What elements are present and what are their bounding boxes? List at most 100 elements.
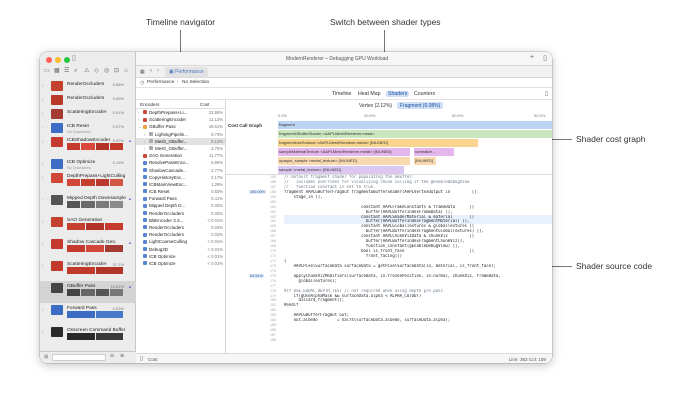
draw-thumbnails[interactable] (67, 311, 123, 318)
draw-thumbnails[interactable] (67, 179, 123, 186)
graph-bar-fragment[interactable]: fragment (278, 121, 552, 129)
encoder-row[interactable]: RenderOccluders 0.03% (136, 224, 225, 231)
draw-thumbnail[interactable] (81, 289, 95, 296)
draw-thumbnail[interactable] (109, 289, 123, 296)
warning-icon[interactable]: ▲ (128, 196, 132, 201)
warning-icon[interactable]: ▲ (128, 138, 132, 143)
draw-thumbnail[interactable] (109, 143, 123, 150)
disclosure-icon[interactable]: › (42, 241, 43, 246)
graph-bar-gbuffer[interactable]: fragmentGBufferShader <AAPLMeshRenderer.… (278, 130, 552, 138)
tab-performance[interactable]: ▣ Performance (165, 67, 208, 77)
zoom-window-button[interactable] (64, 57, 70, 63)
target-icon[interactable]: ◎ (104, 68, 109, 74)
close-window-button[interactable] (46, 57, 52, 63)
sidebar-item[interactable]: › Shadow Cascade Gen. ▲ (40, 237, 136, 259)
encoder-row[interactable]: ICB Optimize < 0.01% (136, 253, 225, 260)
disclosure-icon[interactable]: › (42, 139, 43, 144)
grid-view-icon[interactable]: ▦ (140, 69, 145, 75)
add-tab-icon[interactable]: + (530, 54, 534, 61)
encoder-row[interactable]: BlitEncoder 3.3... < 0.01% (136, 217, 225, 224)
encoder-row[interactable]: LightCoarseCulling < 0.01% (136, 238, 225, 245)
tab-fragment-shader[interactable]: Fragment (6.08%) (397, 102, 444, 109)
sidebar-item[interactable]: › RenderOccluders 0.89% (40, 93, 136, 107)
draw-thumbnail[interactable] (109, 179, 123, 186)
grid-icon[interactable]: ▦ (54, 68, 60, 74)
forward-icon[interactable]: › (157, 68, 159, 74)
code-line[interactable]: out.albedo = half4(surfaceData.albedo, s… (284, 318, 552, 323)
filter-field[interactable] (52, 354, 106, 361)
encoder-row[interactable]: › ScatteringEncoder 11.13% (136, 116, 225, 123)
tab-heat-map[interactable]: Heat Map (358, 91, 381, 97)
disclosure-icon[interactable]: › (42, 263, 43, 268)
disclosure-icon[interactable]: › (42, 175, 43, 180)
draw-thumbnail[interactable] (95, 311, 123, 318)
sidebar-item[interactable]: › ICB Reset 0.07% No Drawables (40, 121, 136, 135)
warning-icon[interactable]: ▲ (128, 284, 132, 289)
draw-thumbnail[interactable] (67, 311, 95, 318)
tab-shaders[interactable]: Shaders (386, 90, 410, 97)
encoder-row[interactable]: ICB Reset 0.83% (136, 188, 225, 195)
draw-thumbnail[interactable] (105, 245, 123, 252)
sidebar-right-icon[interactable]: ▯ (545, 90, 548, 97)
disclosure-icon[interactable]: › (144, 139, 145, 144)
disclosure-icon[interactable]: › (42, 329, 43, 334)
draw-thumbnail[interactable] (95, 201, 109, 208)
encoder-row[interactable]: ICB Optimize < 0.01% (136, 260, 225, 267)
draw-thumbnail[interactable] (109, 201, 123, 208)
disclosure-icon[interactable]: › (144, 146, 145, 151)
sidebar-item[interactable]: › ICBShadowEncoder 5.47% ▲ (40, 135, 136, 157)
draw-thumbnail[interactable] (95, 289, 109, 296)
encoder-row[interactable]: Forward Pass 0.41% (136, 195, 225, 202)
breadcrumb-leaf[interactable]: No Selection (182, 80, 209, 85)
encoder-row[interactable]: › Mesh_GBuffer... 2.75% (136, 145, 225, 152)
graph-bar-sample-material[interactable]: sampleMaterialTexture <AAPLMeshRenderer.… (278, 148, 410, 156)
encoder-row[interactable]: ICBMainViewEnc... 1.29% (136, 181, 225, 188)
minimize-window-button[interactable] (55, 57, 61, 63)
search-icon[interactable]: ⌕ (74, 68, 77, 74)
disclosure-icon[interactable]: › (42, 307, 43, 312)
filter-icon[interactable]: ⊞ (44, 354, 48, 360)
encoder-row[interactable]: › LightingPipelin... 9.73% (136, 131, 225, 138)
graph-bar-opaque-sample[interactable]: opaque_sample <metal_texture> [INLINED] (278, 157, 410, 165)
encoder-row[interactable]: Debug3D < 0.01% (136, 246, 225, 253)
graph-bar-surface[interactable]: fragmentUseSurface <AAPLMeshRenderer.met… (278, 139, 478, 147)
draw-thumbnail[interactable] (86, 223, 104, 230)
sidebar-toggle-icon[interactable]: ▯ (72, 54, 76, 62)
draw-thumbnail[interactable] (67, 333, 95, 340)
sidebar-item[interactable]: › GBuffer Pass 18.61% ▲ (40, 281, 136, 303)
draw-thumbnail[interactable] (67, 143, 81, 150)
code-lines[interactable]: // Default fragment shader for populatin… (284, 175, 552, 323)
draw-thumbnail[interactable] (81, 179, 95, 186)
diamond-icon[interactable]: ◇ (94, 68, 99, 74)
encoder-row[interactable]: › DepthPrepass+Li... 22.86% (136, 109, 225, 116)
breadcrumb-root[interactable]: Performance (147, 80, 174, 85)
disclosure-icon[interactable]: › (42, 219, 43, 224)
encoder-row[interactable]: CopyHistoryEnc... 2.17% (136, 174, 225, 181)
graph-bar-normalize[interactable]: normalize... (414, 148, 454, 156)
draw-thumbnail[interactable] (67, 267, 95, 274)
tag-icon[interactable]: ⌂ (124, 68, 128, 74)
disclosure-icon[interactable]: › (42, 111, 43, 116)
disclosure-icon[interactable]: › (144, 132, 145, 137)
draw-thumbnails[interactable] (67, 267, 123, 274)
sidebar-item[interactable]: › ScatteringEncoder 0.91% (40, 107, 136, 121)
draw-thumbnails[interactable] (67, 333, 123, 340)
list-icon[interactable]: ☰ (64, 68, 69, 74)
draw-thumbnail[interactable] (67, 289, 81, 296)
draw-thumbnails[interactable] (67, 223, 123, 230)
status-left[interactable]: Cost (148, 357, 157, 362)
encoder-row[interactable]: › Mesh_GBuffer... 6.13% (136, 137, 225, 145)
encoder-row[interactable]: ⌄ GBuffer Pass 18.61% (136, 123, 225, 130)
disclosure-icon[interactable]: › (42, 285, 43, 290)
sidebar-item[interactable]: › DepthPrepass+LightCulling (40, 171, 136, 193)
sidebar-item[interactable]: › Forward Pass 0.03% (40, 303, 136, 325)
encoder-row[interactable]: RenderOccluders 0.33% (136, 210, 225, 217)
sidebar-item[interactable]: › RenderOccluders 0.66% (40, 79, 136, 93)
disclosure-icon[interactable]: › (42, 197, 43, 202)
sidebar-item[interactable]: › Onscreen Command Buffer (40, 325, 136, 347)
encoders-header-cost[interactable]: Cost (200, 102, 209, 107)
sidebar-item[interactable]: › Mipped Depth Downsample ▲ (40, 193, 136, 215)
zoom-out-icon[interactable]: ⊖ (110, 353, 114, 359)
draw-thumbnails[interactable] (67, 289, 123, 296)
tab-timeline[interactable]: Timeline (332, 91, 351, 97)
